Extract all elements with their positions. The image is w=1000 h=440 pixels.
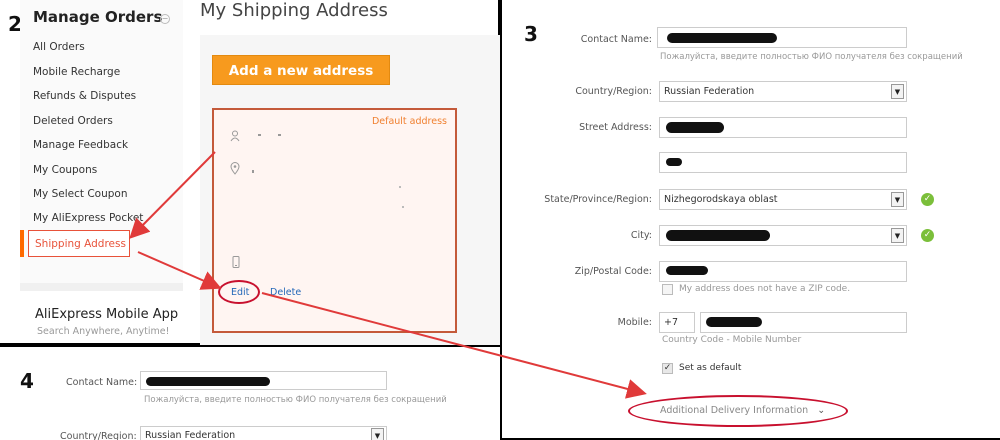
contact-name-hint-4: Пожалуйста, введите полностью ФИО получа…: [144, 395, 447, 405]
edit-highlight-circle: [218, 280, 260, 304]
state-label: State/Province/Region:: [544, 194, 652, 205]
delete-address-link[interactable]: Delete: [270, 287, 301, 298]
contact-name-hint: Пожалуйста, введите полностью ФИО получа…: [660, 52, 963, 62]
redacted-zip: [666, 266, 708, 275]
panel-step-2: 2 Manage Orders − All Orders Mobile Rech…: [0, 0, 500, 345]
step-number-3: 3: [524, 22, 538, 46]
redacted-name: [258, 134, 261, 136]
redacted-name-2: [278, 134, 281, 136]
country-label: Country/Region:: [575, 86, 652, 97]
redacted-address: [252, 170, 254, 173]
set-default-label: Set as default: [679, 363, 742, 373]
mobile-code: +7: [664, 317, 679, 328]
sidebar-item-refunds-disputes[interactable]: Refunds & Disputes: [33, 90, 136, 102]
sidebar-title: Manage Orders: [33, 8, 163, 26]
delivery-highlight-ellipse: [628, 395, 848, 427]
chevron-down-icon: ▼: [891, 84, 904, 99]
street-address-2-input[interactable]: [659, 152, 907, 173]
page-title: My Shipping Address: [200, 0, 388, 21]
valid-check-icon: ✓: [921, 193, 934, 206]
app-promo-title: AliExpress Mobile App: [35, 307, 179, 322]
country-select[interactable]: Russian Federation ▼: [659, 81, 907, 102]
sidebar-item-my-aliexpress-pocket[interactable]: My AliExpress Pocket: [33, 212, 143, 224]
no-zip-label: My address does not have a ZIP code.: [679, 284, 851, 294]
sidebar-item-deleted-orders[interactable]: Deleted Orders: [33, 115, 113, 127]
default-address-label: Default address: [371, 116, 447, 127]
street-address-label: Street Address:: [579, 122, 652, 133]
mobile-hint: Country Code - Mobile Number: [662, 335, 802, 345]
step-number-4: 4: [20, 369, 34, 393]
minus-circle-icon[interactable]: −: [160, 14, 170, 24]
chevron-down-icon: ▼: [891, 192, 904, 207]
panel-step-4: 4 Contact Name: Пожалуйста, введите полн…: [0, 345, 500, 440]
redacted-dot-1: [399, 186, 401, 188]
sidebar-item-mobile-recharge[interactable]: Mobile Recharge: [33, 66, 120, 78]
sidebar-item-my-select-coupon[interactable]: My Select Coupon: [33, 188, 128, 200]
app-promo-subtitle: Search Anywhere, Anytime!: [37, 326, 170, 337]
mobile-code-input[interactable]: +7: [659, 312, 695, 333]
chevron-down-icon: ▼: [371, 428, 384, 440]
location-pin-icon: [230, 162, 240, 178]
city-label: City:: [630, 230, 652, 241]
panel-step-3: 3 Contact Name: Пожалуйста, введите полн…: [500, 0, 1000, 440]
country-value-4: Russian Federation: [145, 430, 236, 440]
contact-name-label-4: Contact Name:: [66, 377, 138, 388]
zip-label: Zip/Postal Code:: [574, 266, 652, 277]
country-value: Russian Federation: [664, 86, 755, 97]
sidebar-item-shipping-address[interactable]: Shipping Address: [28, 230, 130, 257]
state-value: Nizhegorodskaya oblast: [664, 194, 778, 205]
redacted-street-2: [666, 158, 682, 166]
redacted-contact-name-4: [146, 377, 270, 386]
valid-check-icon: ✓: [921, 229, 934, 242]
mobile-label: Mobile:: [617, 317, 652, 328]
active-indicator: [20, 230, 24, 257]
mobile-app-promo[interactable]: AliExpress Mobile App Search Anywhere, A…: [20, 283, 183, 343]
state-select[interactable]: Nizhegorodskaya oblast ▼: [659, 189, 907, 210]
no-zip-checkbox[interactable]: [662, 284, 673, 295]
redacted-mobile: [706, 317, 762, 327]
sidebar-item-all-orders[interactable]: All Orders: [33, 41, 85, 53]
add-address-button[interactable]: Add a new address: [212, 55, 390, 85]
redacted-contact-name: [667, 33, 777, 43]
redacted-street: [666, 122, 724, 133]
sidebar-item-manage-feedback[interactable]: Manage Feedback: [33, 139, 128, 151]
contact-name-label: Contact Name:: [580, 34, 652, 45]
redacted-dot-2: [402, 206, 404, 208]
sidebar: Manage Orders − All Orders Mobile Rechar…: [20, 0, 183, 283]
chevron-down-icon: ▼: [891, 228, 904, 243]
country-select-4[interactable]: Russian Federation ▼: [140, 426, 387, 440]
country-label-4: Country/Region:: [60, 431, 137, 440]
set-default-checkbox[interactable]: ✓: [662, 363, 673, 374]
user-icon: [230, 130, 240, 145]
sidebar-item-my-coupons[interactable]: My Coupons: [33, 164, 97, 176]
phone-icon: [232, 256, 240, 271]
redacted-city: [666, 230, 770, 241]
